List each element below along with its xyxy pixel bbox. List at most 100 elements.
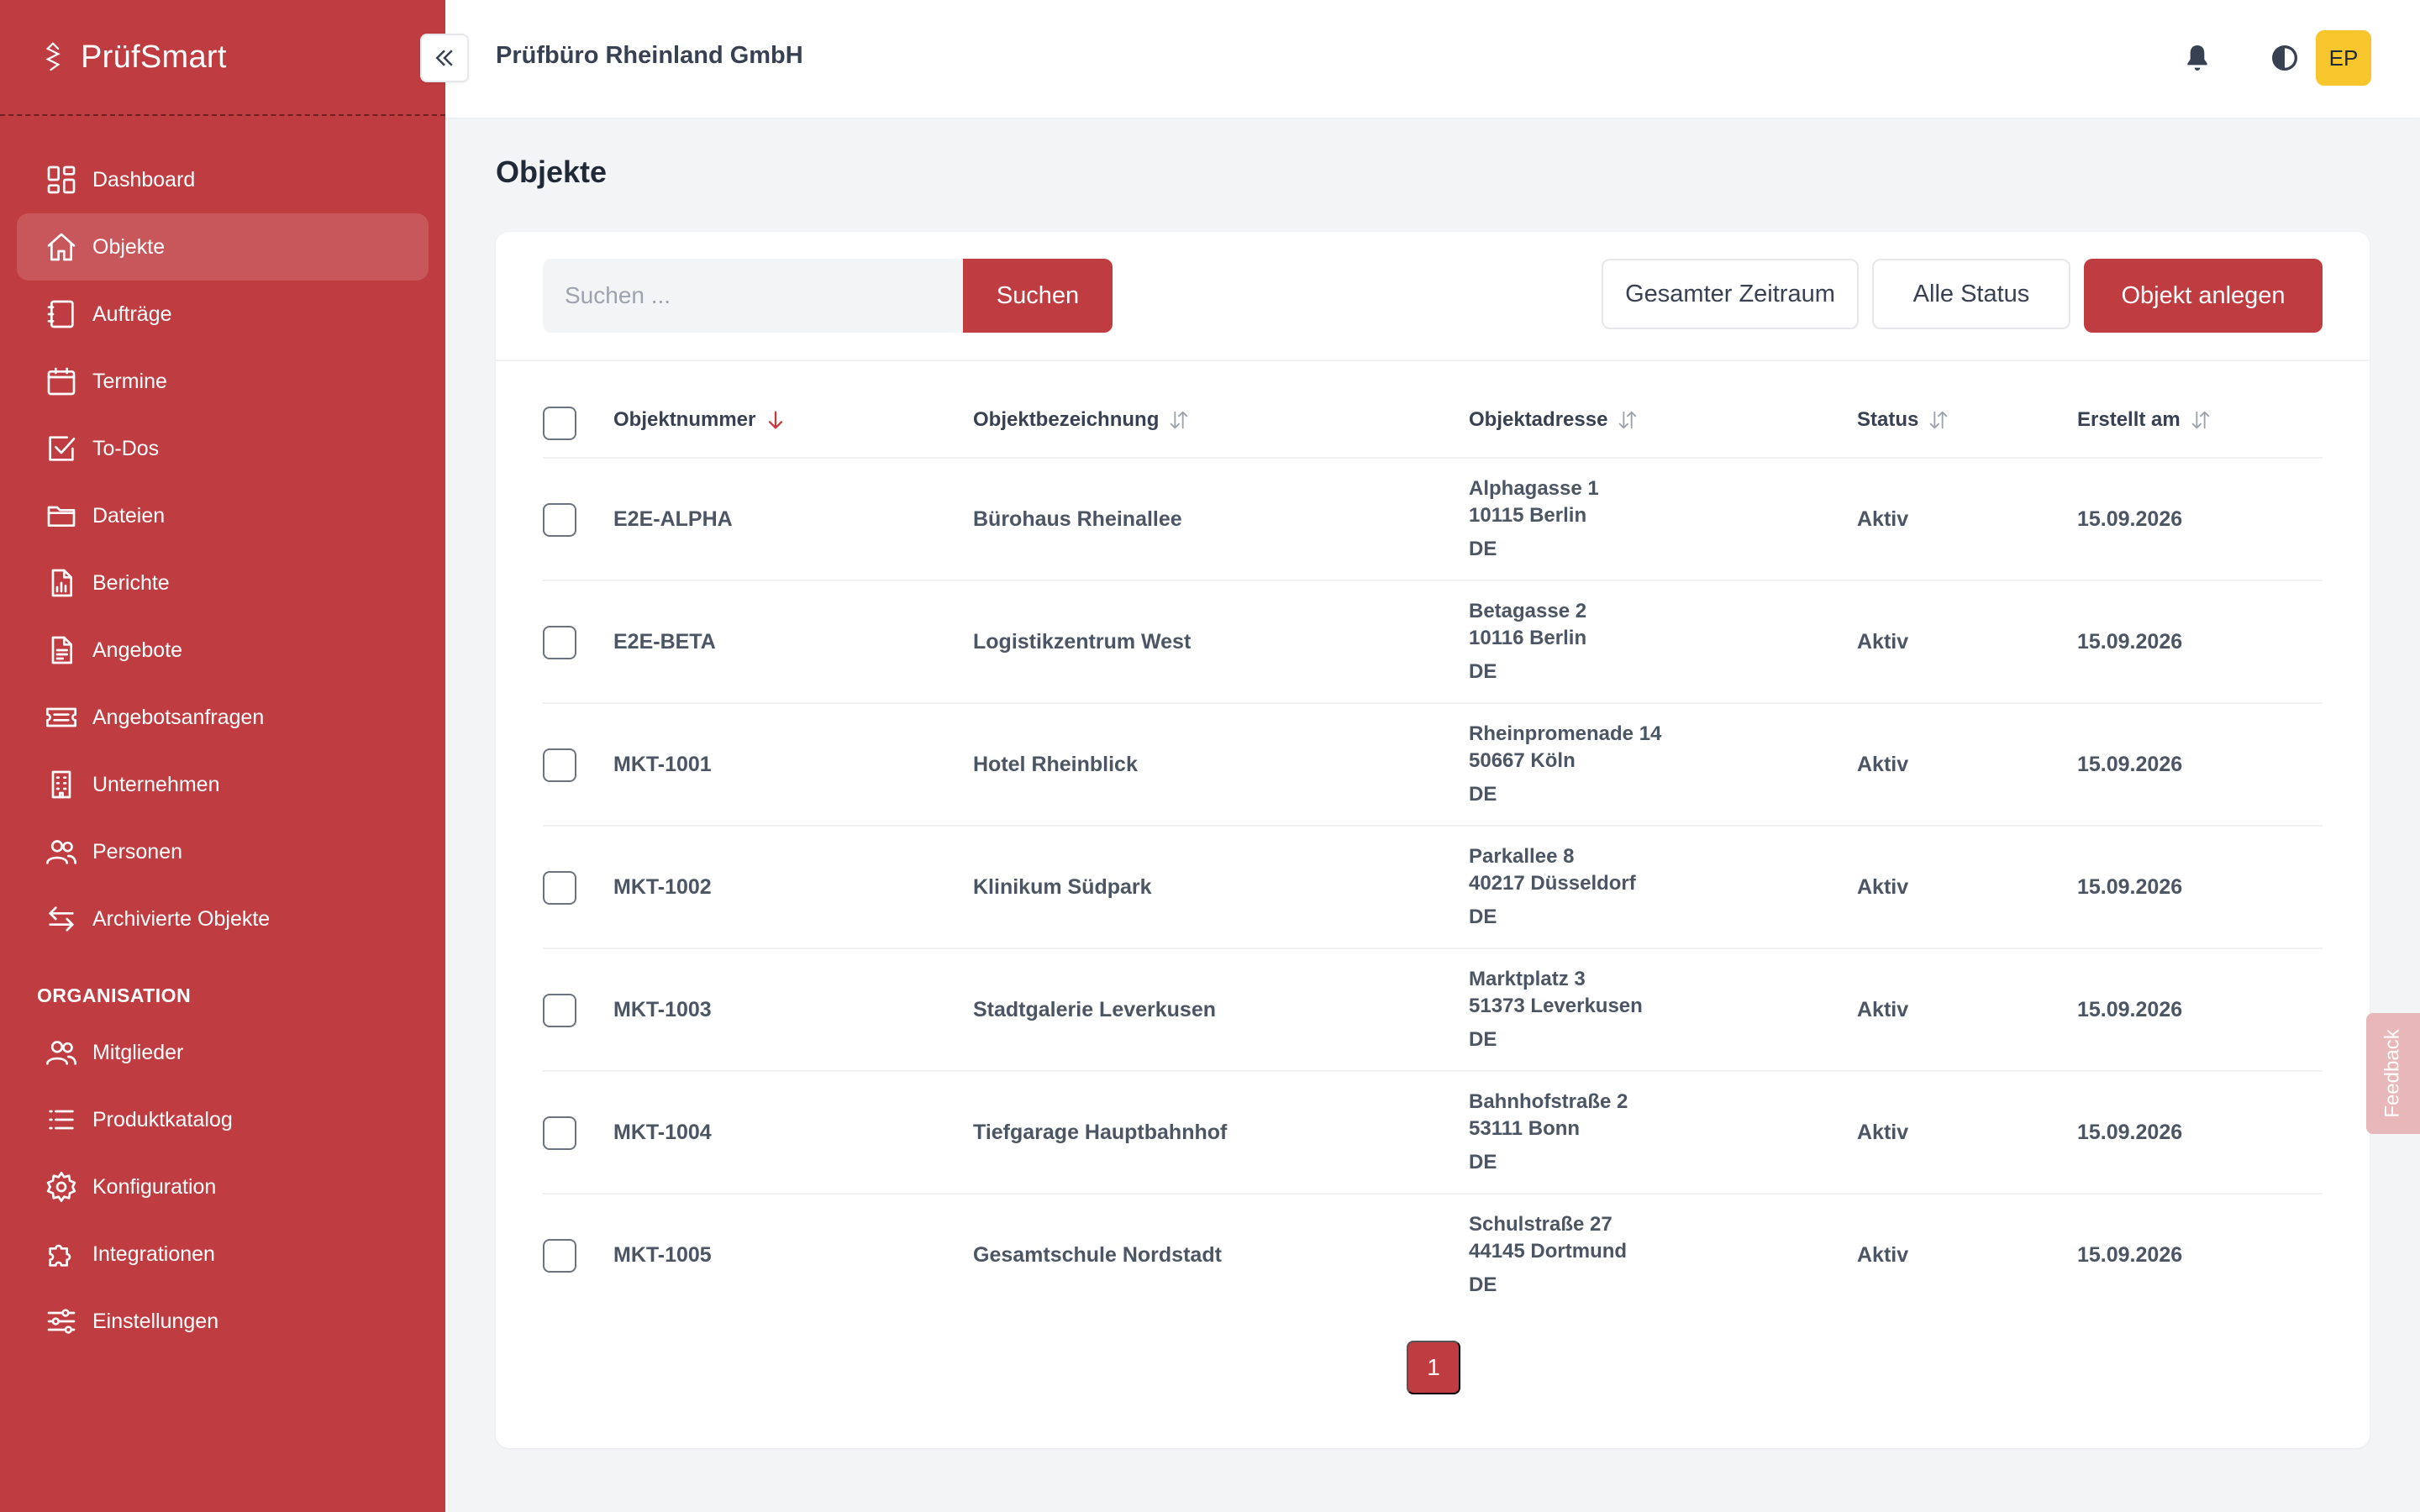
sidebar-item-dateien[interactable]: Dateien <box>17 482 429 549</box>
object-name: Hotel Rheinblick <box>973 753 1138 776</box>
row-checkbox[interactable] <box>543 1239 576 1273</box>
home-icon <box>44 229 79 265</box>
address-city: 40217 Düsseldorf <box>1469 872 1636 895</box>
sidebar-item-angebote[interactable]: Angebote <box>17 617 429 684</box>
collapse-sidebar-button[interactable] <box>420 34 469 82</box>
created-date: 15.09.2026 <box>2077 753 2183 776</box>
sidebar-item-objekte[interactable]: Objekte <box>17 213 429 281</box>
address-country: DE <box>1469 783 1497 806</box>
chevrons-left-icon <box>435 50 453 66</box>
sidebar-item-unternehmen[interactable]: Unternehmen <box>17 751 429 818</box>
row-checkbox[interactable] <box>543 748 576 782</box>
sidebar-item-konfiguration[interactable]: Konfiguration <box>17 1153 429 1221</box>
object-number[interactable]: E2E-ALPHA <box>613 507 733 532</box>
sidebar-item-berichte[interactable]: Berichte <box>17 549 429 617</box>
created-date: 15.09.2026 <box>2077 1121 2183 1144</box>
status-badge: Aktiv <box>1857 507 1909 531</box>
address-city: 53111 Bonn <box>1469 1117 1581 1140</box>
period-filter-button[interactable]: Gesamter Zeitraum <box>1602 259 1859 329</box>
sidebar-item-integrationen[interactable]: Integrationen <box>17 1221 429 1288</box>
address-city: 51373 Leverkusen <box>1469 995 1643 1017</box>
sidebar-item-angebotsanfragen[interactable]: Angebotsanfragen <box>17 684 429 751</box>
row-checkbox[interactable] <box>543 871 576 905</box>
created-date: 15.09.2026 <box>2077 875 2183 899</box>
object-name: Stadtgalerie Leverkusen <box>973 998 1217 1021</box>
status-filter-button[interactable]: Alle Status <box>1872 259 2070 329</box>
sidebar-item-label: Personen <box>92 839 183 864</box>
table-row[interactable]: MKT-1003 Stadtgalerie Leverkusen Marktpl… <box>543 949 2323 1072</box>
sidebar-item-personen[interactable]: Personen <box>17 818 429 885</box>
sidebar-item-label: Angebotsanfragen <box>92 705 265 729</box>
sidebar-item-termine[interactable]: Termine <box>17 348 429 415</box>
sidebar-item-label: Angebote <box>92 638 183 662</box>
address-street: Rheinpromenade 14 <box>1469 722 1662 745</box>
sort-icon <box>1930 411 1948 429</box>
object-number[interactable]: MKT-1001 <box>613 753 712 777</box>
sidebar-item-todos[interactable]: To-Dos <box>17 415 429 482</box>
object-address: Bahnhofstraße 2 53111 Bonn DE <box>1469 1089 1628 1176</box>
table-row[interactable]: MKT-1005 Gesamtschule Nordstadt Schulstr… <box>543 1194 2323 1317</box>
sidebar-item-label: Unternehmen <box>92 772 220 796</box>
arrows-icon <box>44 901 79 937</box>
object-number[interactable]: MKT-1002 <box>613 875 712 900</box>
object-number[interactable]: E2E-BETA <box>613 630 716 654</box>
status-badge: Aktiv <box>1857 998 1909 1021</box>
address-street: Parkallee 8 <box>1469 845 1575 868</box>
theme-toggle-icon[interactable] <box>2262 35 2307 81</box>
object-address: Alphagasse 1 10115 Berlin DE <box>1469 475 1599 563</box>
report-icon <box>44 565 79 601</box>
organization-name: Prüfbüro Rheinland GmbH <box>496 42 803 69</box>
object-address: Betagasse 2 10116 Berlin DE <box>1469 598 1586 685</box>
table-row[interactable]: E2E-ALPHA Bürohaus Rheinallee Alphagasse… <box>543 459 2323 581</box>
sidebar-item-auftraege[interactable]: Aufträge <box>17 281 429 348</box>
sidebar-item-archivierte-objekte[interactable]: Archivierte Objekte <box>17 885 429 953</box>
object-number[interactable]: MKT-1004 <box>613 1121 712 1145</box>
sidebar-item-label: Berichte <box>92 570 170 595</box>
sidebar-item-label: Aufträge <box>92 302 172 326</box>
table-row[interactable]: MKT-1004 Tiefgarage Hauptbahnhof Bahnhof… <box>543 1072 2323 1194</box>
list-icon <box>44 1102 79 1137</box>
column-header-number[interactable]: Objektnummer <box>613 408 787 432</box>
column-header-name[interactable]: Objektbezeichnung <box>973 408 1191 432</box>
sidebar: PrüfSmart Dashboard Objekte Aufträge Ter… <box>0 0 445 1512</box>
sidebar-item-produktkatalog[interactable]: Produktkatalog <box>17 1086 429 1153</box>
select-all-checkbox[interactable] <box>543 407 576 440</box>
object-number[interactable]: MKT-1003 <box>613 998 712 1022</box>
sidebar-item-dashboard[interactable]: Dashboard <box>17 146 429 213</box>
users-icon <box>44 834 79 869</box>
brand[interactable]: PrüfSmart <box>0 0 445 116</box>
pagination-page-button[interactable]: 1 <box>1407 1341 1460 1394</box>
column-header-created[interactable]: Erstellt am <box>2077 408 2212 432</box>
table-row[interactable]: E2E-BETA Logistikzentrum West Betagasse … <box>543 581 2323 704</box>
address-street: Bahnhofstraße 2 <box>1469 1090 1628 1113</box>
users-icon <box>44 1035 79 1070</box>
created-date: 15.09.2026 <box>2077 630 2183 654</box>
row-checkbox[interactable] <box>543 503 576 537</box>
search-input[interactable] <box>543 259 963 333</box>
status-badge: Aktiv <box>1857 1243 1909 1267</box>
create-object-button[interactable]: Objekt anlegen <box>2084 259 2323 333</box>
object-name: Klinikum Südpark <box>973 875 1152 899</box>
object-address: Parkallee 8 40217 Düsseldorf DE <box>1469 843 1636 931</box>
row-checkbox[interactable] <box>543 994 576 1027</box>
object-number[interactable]: MKT-1005 <box>613 1243 712 1268</box>
column-header-status[interactable]: Status <box>1857 408 1950 432</box>
table-row[interactable]: MKT-1002 Klinikum Südpark Parkallee 8 40… <box>543 827 2323 949</box>
sidebar-item-label: Objekte <box>92 234 166 259</box>
feedback-tab[interactable]: Feedback <box>2366 1013 2420 1134</box>
avatar[interactable]: EP <box>2316 30 2371 86</box>
column-header-address[interactable]: Objektadresse <box>1469 408 1639 432</box>
row-checkbox[interactable] <box>543 626 576 659</box>
sidebar-item-mitglieder[interactable]: Mitglieder <box>17 1019 429 1086</box>
bell-icon[interactable] <box>2175 35 2220 81</box>
table-row[interactable]: MKT-1001 Hotel Rheinblick Rheinpromenade… <box>543 704 2323 827</box>
row-checkbox[interactable] <box>543 1116 576 1150</box>
search-button[interactable]: Suchen <box>963 259 1113 333</box>
address-street: Schulstraße 27 <box>1469 1213 1612 1236</box>
created-date: 15.09.2026 <box>2077 998 2183 1021</box>
address-city: 50667 Köln <box>1469 749 1576 772</box>
main-nav: Dashboard Objekte Aufträge Termine To-Do… <box>0 116 445 1355</box>
sidebar-item-einstellungen[interactable]: Einstellungen <box>17 1288 429 1355</box>
created-date: 15.09.2026 <box>2077 507 2183 531</box>
sidebar-item-label: Dateien <box>92 503 166 528</box>
